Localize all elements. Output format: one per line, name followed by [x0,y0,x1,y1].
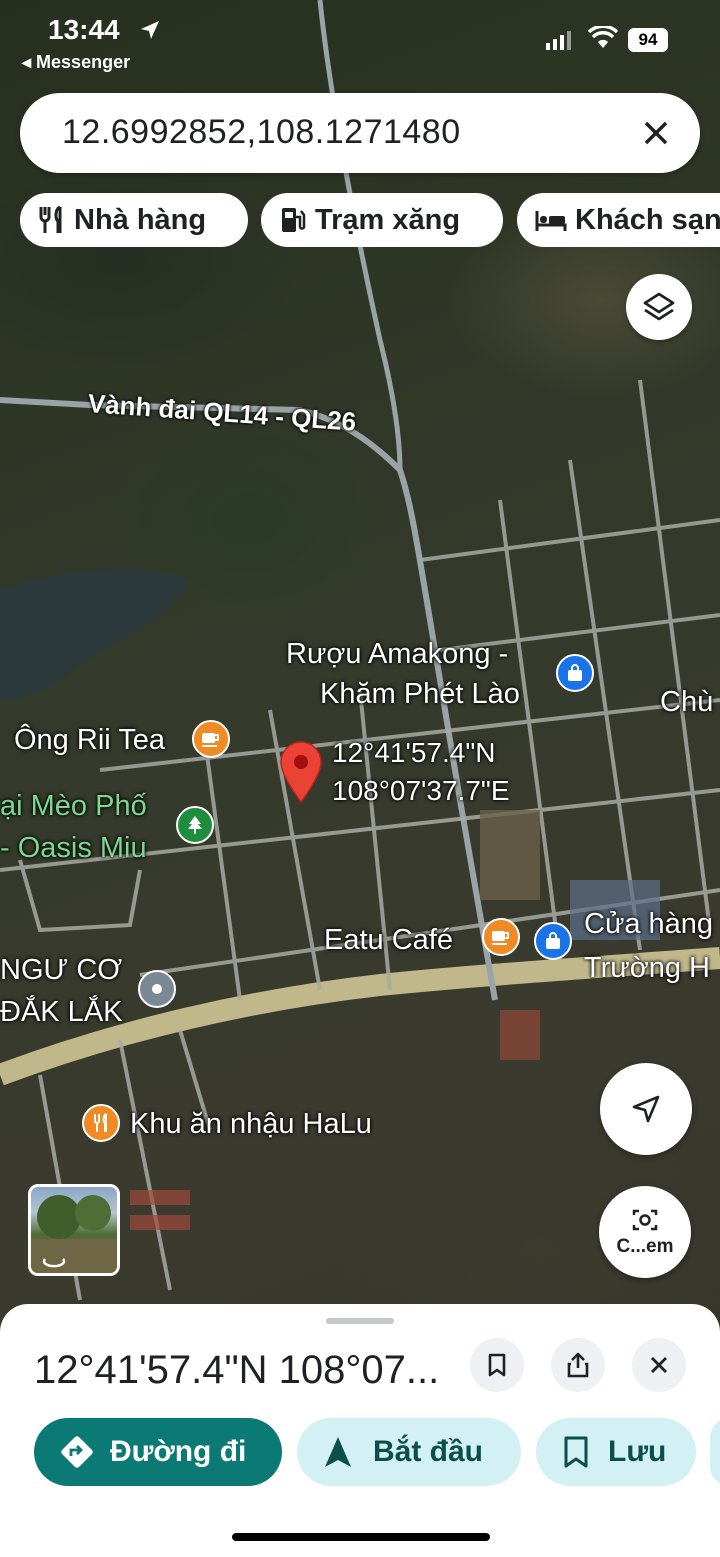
navigation-icon [325,1437,351,1467]
place-title: 12°41'57.4"N 108°07... [34,1348,440,1392]
chip-label: Trạm xăng [315,203,461,236]
lens-button-label: C...em [616,1236,674,1257]
home-indicator [232,1533,490,1541]
place-bottom-sheet[interactable]: 12°41'57.4"N 108°07... Đường đi Bắt đầu [0,1304,720,1557]
search-bar[interactable]: 12.6992852,108.1271480 [20,93,700,173]
sheet-drag-handle[interactable] [326,1318,394,1324]
poi-label-eatu-cafe[interactable]: Eatu Café [324,922,453,958]
poi-label-dak-lak[interactable]: ĐẮK LẮK [0,994,123,1030]
layers-icon [643,292,675,321]
poi-label-cua-hang[interactable]: Cửa hàng [584,906,713,942]
poi-label-ruou-amakong[interactable]: Rượu Amakong - [286,636,508,672]
close-icon [651,1357,667,1373]
poi-label-ngu-co[interactable]: NGƯ CƠ [0,952,122,988]
directions-icon [61,1436,93,1468]
start-label: Bắt đầu [373,1435,484,1468]
wifi-icon [588,26,618,48]
directions-button[interactable]: Đường đi [34,1418,282,1486]
shopping-bag-icon[interactable] [534,922,572,960]
navigation-arrow-icon [632,1095,660,1123]
layers-button[interactable] [626,274,692,340]
poi-label-halu[interactable]: Khu ăn nhậu HaLu [130,1106,372,1142]
close-icon[interactable] [636,113,676,153]
shopping-bag-icon[interactable] [556,654,594,692]
cafe-icon[interactable] [482,918,520,956]
share-button[interactable] [551,1338,605,1392]
my-location-button[interactable] [600,1063,692,1155]
poi-label-chu[interactable]: Chù [660,684,713,720]
chip-label: Khách sạn [575,203,720,236]
chip-label: Nhà hàng [74,203,207,236]
restaurant-icon [39,205,62,233]
back-to-app-link[interactable]: ◂ Messenger [22,52,130,73]
battery-indicator: 94 [628,28,668,52]
lens-button[interactable]: C...em [599,1186,691,1278]
bookmark-icon [488,1353,506,1377]
location-arrow-icon [141,21,159,39]
status-time: 13:44 [48,14,120,45]
pin-lng: 108°07'37.7"E [332,775,510,806]
hotel-icon [535,211,567,231]
poi-label-truong-h[interactable]: Trường H [584,950,710,986]
save-button[interactable]: Lưu [536,1418,696,1486]
save-label: Lưu [608,1435,667,1468]
share-icon [567,1352,589,1378]
pin-lat: 12°41'57.4"N [332,737,496,768]
poi-label-meo-pho[interactable]: ại Mèo Phố [0,788,147,824]
gas-station-icon [282,208,306,232]
poi-label-ong-rii-tea[interactable]: Ông Rii Tea [14,722,165,758]
more-actions-partial[interactable] [710,1418,720,1486]
directions-label: Đường đi [110,1435,247,1468]
park-icon[interactable] [176,806,214,844]
chip-gas-stations[interactable]: Trạm xăng [261,193,503,247]
search-input[interactable]: 12.6992852,108.1271480 [62,113,461,152]
category-chips: Nhà hàng Trạm xăng Khách sạn [20,193,720,247]
pin-coordinates-label: 12°41'57.4"N 108°07'37.7"E [332,734,510,810]
poi-label-oasis-miu[interactable]: - Oasis Miu [0,830,147,866]
chip-restaurants[interactable]: Nhà hàng [20,193,248,247]
poi-label-ruou-amakong-2[interactable]: Khăm Phét Lào [320,676,520,712]
bookmark-icon [564,1436,588,1468]
street-view-thumbnail[interactable] [28,1184,120,1276]
close-sheet-button[interactable] [632,1338,686,1392]
cafe-icon[interactable] [192,720,230,758]
save-icon-button[interactable] [470,1338,524,1392]
signal-icon [546,31,571,50]
dropped-pin-icon[interactable] [278,740,324,804]
chip-hotels[interactable]: Khách sạn [517,193,720,247]
landmark-icon[interactable] [138,970,176,1008]
start-button[interactable]: Bắt đầu [297,1418,521,1486]
camera-lens-icon [632,1209,658,1231]
restaurant-icon[interactable] [82,1104,120,1142]
status-bar: 13:44 ◂ Messenger 94 [0,0,720,80]
